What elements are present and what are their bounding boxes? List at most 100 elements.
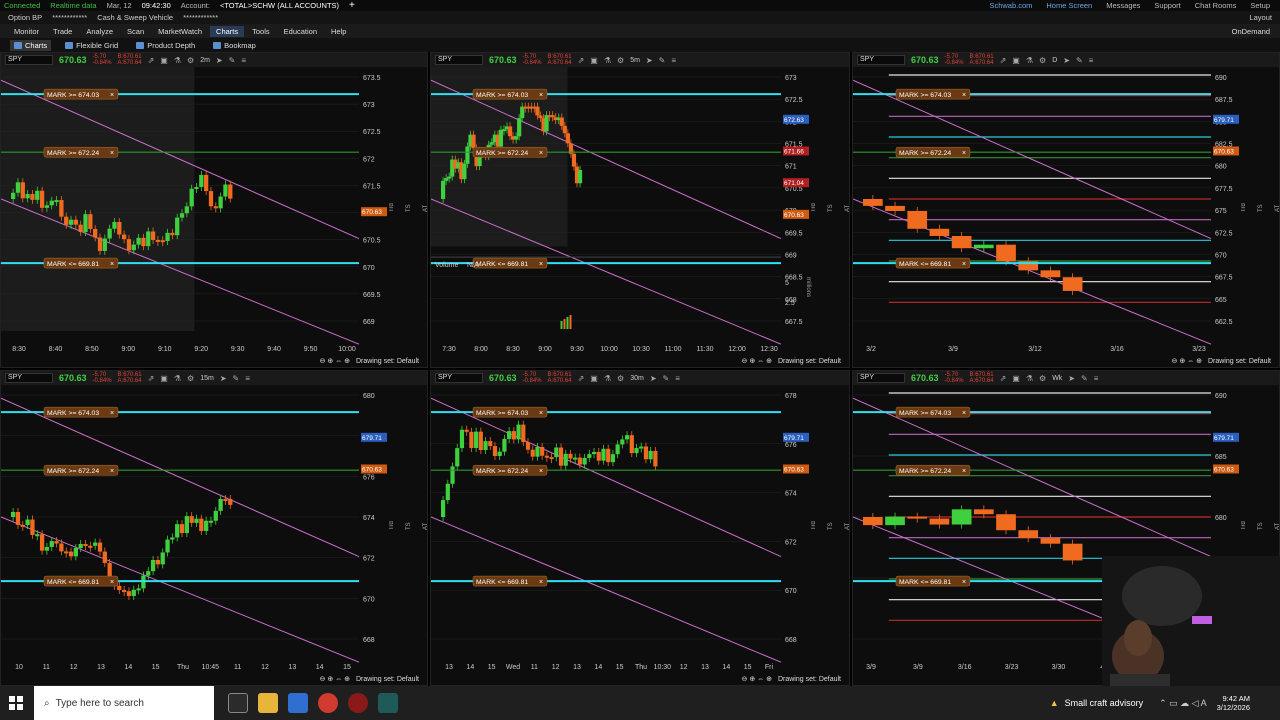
close-icon[interactable]: ×	[539, 579, 543, 586]
gear-icon[interactable]: ⚙	[1039, 374, 1046, 383]
menu-icon[interactable]: ≡	[1089, 56, 1094, 65]
pen-icon[interactable]: ✎	[1081, 374, 1088, 383]
close-icon[interactable]: ×	[962, 150, 966, 157]
gear-icon[interactable]: ⚙	[187, 56, 194, 65]
timeframe-selector[interactable]: 15m	[200, 375, 214, 382]
close-icon[interactable]: ×	[110, 468, 114, 475]
alert-label[interactable]: MARK >= 672.24	[47, 468, 99, 475]
chrome-icon[interactable]	[318, 693, 338, 713]
sidebar-button[interactable]: TS	[1258, 204, 1264, 212]
menu-analyze[interactable]: Analyze	[80, 26, 119, 37]
close-icon[interactable]: ×	[539, 150, 543, 157]
flask-icon[interactable]: ⚗	[1026, 56, 1033, 65]
symbol-input[interactable]: SPY	[435, 373, 483, 383]
symbol-input[interactable]: SPY	[5, 373, 53, 383]
alert-label[interactable]: MARK <= 669.81	[47, 261, 99, 268]
zoom-icon[interactable]: ⊖ ⊕ ⇔ ⊕	[320, 357, 350, 365]
sidebar-button[interactable]: AT	[845, 204, 849, 211]
grid-icon[interactable]: ▣	[590, 374, 598, 383]
chart-panel[interactable]: SPY 670.63 -5.70 -0.84% B:670.61 A:670.64 …	[430, 370, 850, 686]
grid-icon[interactable]: ▣	[160, 56, 168, 65]
sidebar-button[interactable]: AT	[423, 522, 427, 529]
taskbar-search[interactable]: ⌕ Type here to search	[34, 686, 214, 720]
drawing-set-label[interactable]: Drawing set: Default	[356, 358, 419, 365]
schwab-link[interactable]: Schwab.com	[989, 1, 1032, 10]
gear-icon[interactable]: ⚙	[1039, 56, 1046, 65]
sidebar-button[interactable]: Trd	[811, 522, 817, 531]
menu-trade[interactable]: Trade	[47, 26, 78, 37]
ondemand-button[interactable]: OnDemand	[1232, 27, 1280, 36]
sidebar-button[interactable]: AT	[423, 204, 427, 211]
close-icon[interactable]: ×	[539, 468, 543, 475]
pen-icon[interactable]: ✎	[659, 56, 666, 65]
pointer-icon[interactable]: ➤	[220, 374, 227, 383]
weather-widget[interactable]: ▲ Small craft advisory ⌃ ▭ ☁ ◁ A	[1050, 698, 1207, 709]
pen-icon[interactable]: ✎	[229, 56, 236, 65]
sidebar-button[interactable]: Trd	[1241, 522, 1247, 531]
pen-icon[interactable]: ✎	[233, 374, 240, 383]
file-explorer-icon[interactable]	[258, 693, 278, 713]
timeframe-selector[interactable]: 2m	[200, 57, 210, 64]
menu-education[interactable]: Education	[278, 26, 323, 37]
gear-icon[interactable]: ⚙	[617, 56, 624, 65]
thinkorswim-icon[interactable]	[378, 693, 398, 713]
flask-icon[interactable]: ⚗	[604, 374, 611, 383]
sidebar-button[interactable]: TS	[406, 204, 412, 212]
sidebar-button[interactable]: Trd	[389, 204, 395, 213]
price-chart[interactable]: 680678676674672670668101112131415Thu10:4…	[1, 385, 415, 673]
pointer-icon[interactable]: ➤	[1063, 56, 1070, 65]
pointer-icon[interactable]: ➤	[1068, 374, 1075, 383]
grid-icon[interactable]: ▣	[1012, 56, 1020, 65]
sidebar-button[interactable]: TS	[1258, 522, 1264, 530]
price-chart[interactable]: 673.5673672.5672671.5671670.5670669.5669…	[1, 67, 415, 355]
tab-bookmap[interactable]: Bookmap	[209, 40, 260, 51]
close-icon[interactable]: ×	[110, 410, 114, 417]
alert-label[interactable]: MARK <= 669.81	[476, 261, 528, 268]
close-icon[interactable]: ×	[962, 410, 966, 417]
start-button[interactable]	[0, 686, 32, 720]
alert-label[interactable]: MARK <= 669.81	[899, 579, 951, 586]
grid-icon[interactable]: ▣	[590, 56, 598, 65]
price-chart[interactable]: 690687.5685682.5680677.5675672.5670667.5…	[853, 67, 1267, 355]
alert-label[interactable]: MARK >= 674.03	[476, 92, 528, 99]
alert-label[interactable]: MARK <= 669.81	[47, 579, 99, 586]
menu-icon[interactable]: ≡	[675, 374, 680, 383]
layout-menu[interactable]: Layout	[1249, 13, 1280, 22]
share-icon[interactable]: ⇗	[1000, 56, 1007, 65]
drawing-set-label[interactable]: Drawing set: Default	[778, 358, 841, 365]
share-icon[interactable]: ⇗	[148, 374, 155, 383]
sidebar-button[interactable]: AT	[845, 522, 849, 529]
alert-label[interactable]: MARK >= 674.03	[476, 410, 528, 417]
share-icon[interactable]: ⇗	[578, 374, 585, 383]
chart-panel[interactable]: SPY 670.63 -5.70 -0.84% B:670.61 A:670.64 …	[430, 52, 850, 368]
alert-label[interactable]: MARK >= 672.24	[899, 468, 951, 475]
symbol-input[interactable]: SPY	[5, 55, 53, 65]
menu-icon[interactable]: ≡	[1094, 374, 1099, 383]
menu-tools[interactable]: Tools	[246, 26, 276, 37]
sidebar-button[interactable]: TS	[828, 522, 834, 530]
pointer-icon[interactable]: ➤	[216, 56, 223, 65]
alert-label[interactable]: MARK >= 672.24	[47, 150, 99, 157]
alert-label[interactable]: MARK >= 674.03	[899, 92, 951, 99]
zoom-icon[interactable]: ⊖ ⊕ ⇔ ⊕	[742, 675, 772, 683]
grid-icon[interactable]: ▣	[1012, 374, 1020, 383]
close-icon[interactable]: ×	[110, 261, 114, 268]
pointer-icon[interactable]: ➤	[650, 374, 657, 383]
zoom-icon[interactable]: ⊖ ⊕ ⇔ ⊕	[742, 357, 772, 365]
chart-panel[interactable]: SPY 670.63 -5.70 -0.84% B:670.61 A:670.64 …	[852, 52, 1280, 368]
timeframe-selector[interactable]: 5m	[630, 57, 640, 64]
alert-label[interactable]: MARK >= 672.24	[476, 150, 528, 157]
zoom-icon[interactable]: ⊖ ⊕ ⇔ ⊕	[1172, 357, 1202, 365]
share-icon[interactable]: ⇗	[1000, 374, 1007, 383]
close-icon[interactable]: ×	[539, 410, 543, 417]
timeframe-selector[interactable]: Wk	[1052, 375, 1062, 382]
alert-label[interactable]: MARK >= 672.24	[899, 150, 951, 157]
support-link[interactable]: Support	[1154, 1, 1180, 10]
timeframe-selector[interactable]: 30m	[630, 375, 644, 382]
gear-icon[interactable]: ⚙	[187, 374, 194, 383]
taskbar-clock[interactable]: 9:42 AM 3/12/2026	[1207, 694, 1280, 712]
menu-marketwatch[interactable]: MarketWatch	[152, 26, 208, 37]
close-icon[interactable]: ×	[110, 579, 114, 586]
pen-icon[interactable]: ✎	[1076, 56, 1083, 65]
tab-product-depth[interactable]: Product Depth	[132, 40, 199, 51]
